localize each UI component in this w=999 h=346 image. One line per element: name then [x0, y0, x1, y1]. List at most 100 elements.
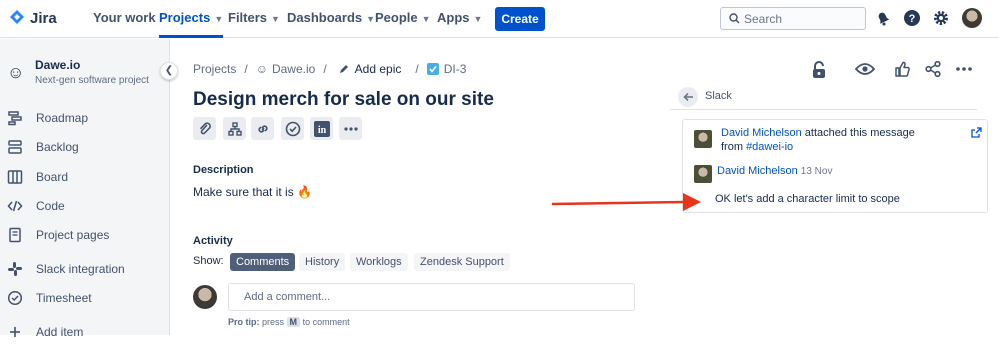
pro-tip-press: press: [262, 317, 285, 327]
filter-history[interactable]: History: [299, 253, 346, 271]
create-button[interactable]: Create: [495, 7, 545, 31]
nav-your-work[interactable]: Your work: [93, 0, 156, 38]
add-icon: [10, 327, 20, 337]
nav-apps[interactable]: Apps ▼: [437, 0, 482, 38]
slack-message-avatar: [694, 165, 712, 183]
search-input[interactable]: Search: [720, 7, 866, 30]
slack-message-time: 13 Nov: [800, 166, 833, 177]
sidebar-item-backlog[interactable]: Backlog: [0, 135, 168, 161]
slack-panel-title: Slack: [705, 90, 732, 102]
breadcrumb-separator: /: [244, 62, 248, 76]
slack-divider: [670, 109, 977, 110]
user-avatar[interactable]: [962, 8, 982, 28]
settings-gear-icon[interactable]: [932, 9, 950, 27]
nav-dashboards-label: Dashboards: [287, 10, 363, 25]
description-body: Make sure that it is: [193, 185, 294, 199]
more-actions-button[interactable]: [339, 117, 362, 140]
attach-button[interactable]: [193, 117, 216, 140]
breadcrumb-add-epic[interactable]: Add epic: [355, 62, 402, 76]
notifications-icon[interactable]: [874, 9, 892, 27]
sidebar-item-label: Timesheet: [36, 291, 92, 305]
timesheet-icon: [7, 290, 23, 306]
link-issue-button[interactable]: [251, 117, 274, 140]
nav-projects[interactable]: Projects ▼: [159, 0, 224, 38]
invision-icon: in: [313, 120, 330, 137]
search-placeholder: Search: [744, 12, 783, 26]
sidebar-item-add-item[interactable]: Add item: [0, 320, 168, 346]
nav-people[interactable]: People ▼: [375, 0, 431, 38]
comment-input[interactable]: Add a comment...: [228, 283, 635, 311]
search-icon: [729, 13, 740, 24]
fire-emoji-icon: 🔥: [297, 185, 313, 199]
collapse-sidebar-button[interactable]: ❮: [160, 62, 178, 80]
slack-author-link[interactable]: David Michelson: [721, 127, 802, 139]
board-icon: [7, 170, 23, 184]
sidebar-item-roadmap[interactable]: Roadmap: [0, 106, 168, 132]
filter-zendesk-support[interactable]: Zendesk Support: [414, 253, 510, 271]
breadcrumb-issue-key[interactable]: DI-3: [444, 62, 467, 76]
pro-tip: Pro tip: press M to comment: [228, 317, 350, 327]
breadcrumb-projects[interactable]: Projects: [193, 62, 236, 76]
jira-logo-icon: [10, 10, 24, 24]
chevron-down-icon: ▼: [271, 14, 280, 24]
slack-author-avatar: [694, 130, 712, 148]
watch-eye-icon[interactable]: [855, 62, 875, 76]
child-issue-button[interactable]: [223, 117, 246, 140]
pencil-icon: [339, 65, 348, 73]
description-heading: Description: [193, 164, 254, 176]
project-sidebar: ☺ Dawe.io Next-gen software project Road…: [0, 39, 170, 339]
roadmap-icon: [8, 111, 22, 126]
lock-icon[interactable]: [811, 61, 827, 79]
sidebar-item-label: Code: [36, 199, 65, 213]
link-icon: [257, 124, 268, 133]
help-icon[interactable]: ?: [903, 9, 921, 27]
slack-message-header: David Michelson 13 Nov: [717, 165, 832, 177]
sidebar-item-board[interactable]: Board: [0, 165, 168, 191]
activity-heading: Activity: [193, 235, 233, 247]
chevron-left-icon: ❮: [164, 65, 174, 76]
sidebar-item-slack-integration[interactable]: Slack integration: [0, 257, 168, 283]
slack-message-author[interactable]: David Michelson: [717, 165, 798, 177]
more-icon: [343, 126, 358, 131]
external-link-icon[interactable]: [971, 127, 982, 138]
chevron-down-icon: ▼: [473, 14, 483, 24]
code-icon: [7, 200, 23, 212]
pages-icon: [9, 227, 21, 243]
sidebar-item-label: Backlog: [36, 140, 79, 154]
filter-comments[interactable]: Comments: [230, 253, 296, 271]
checkmark-circle-icon: [285, 121, 300, 136]
thumbs-up-icon[interactable]: [894, 61, 910, 77]
chevron-down-icon: ▼: [214, 14, 224, 24]
sidebar-item-timesheet[interactable]: Timesheet: [0, 286, 168, 312]
breadcrumb-project[interactable]: Dawe.io: [272, 62, 315, 76]
slack-attach-line: David Michelson attached this message: [721, 127, 915, 139]
slack-back-button[interactable]: [678, 87, 698, 107]
slack-message-card: David Michelson attached this message fr…: [682, 119, 988, 213]
slack-channel-link[interactable]: #dawei-io: [746, 141, 793, 153]
project-name: Dawe.io: [35, 58, 81, 72]
share-icon[interactable]: [925, 61, 941, 77]
annotation-arrow-icon: [552, 193, 701, 211]
filter-worklogs[interactable]: Worklogs: [350, 253, 408, 271]
breadcrumb-separator: /: [415, 62, 419, 76]
nav-filters[interactable]: Filters ▼: [228, 0, 280, 38]
slack-message-text: OK let's add a character limit to scope: [715, 193, 900, 205]
nav-people-label: People: [375, 10, 418, 25]
chevron-down-icon: ▼: [421, 14, 431, 24]
show-label: Show:: [193, 255, 224, 267]
more-options-icon[interactable]: [956, 67, 972, 71]
top-navigation: Jira Your work Projects ▼ Filters ▼ Dashbo…: [0, 0, 999, 38]
issue-title[interactable]: Design merch for sale on our site: [193, 89, 494, 111]
pro-tip-tail: to comment: [302, 317, 350, 327]
task-type-icon: [426, 63, 439, 75]
sidebar-item-code[interactable]: Code: [0, 194, 168, 220]
sidebar-item-label: Project pages: [36, 228, 110, 242]
invision-button[interactable]: in: [310, 117, 333, 140]
status-check-button[interactable]: [281, 117, 304, 140]
nav-dashboards[interactable]: Dashboards ▼: [287, 0, 375, 38]
sidebar-item-label: Slack integration: [36, 262, 125, 276]
sidebar-item-project-pages[interactable]: Project pages: [0, 223, 168, 249]
sidebar-item-label: Add item: [36, 325, 84, 339]
description-text[interactable]: Make sure that it is 🔥: [193, 185, 312, 199]
jira-logo[interactable]: Jira: [8, 9, 57, 27]
